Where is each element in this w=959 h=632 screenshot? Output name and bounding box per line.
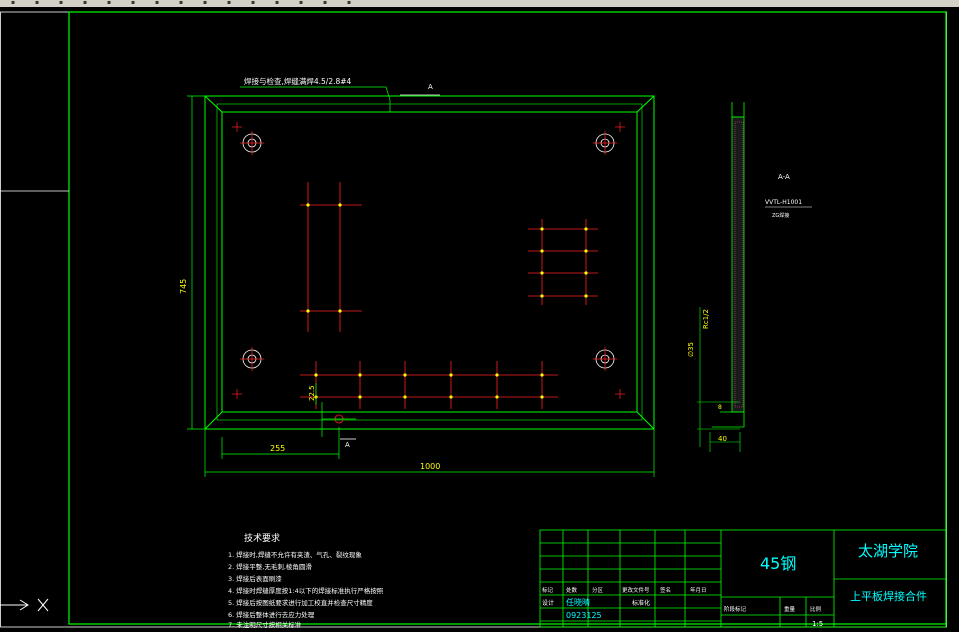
dimension-icon[interactable]: ▪ (248, 0, 258, 6)
dim-width-full: 1000 (420, 462, 440, 471)
match-icon[interactable]: ▪ (224, 0, 234, 6)
leader-note: 焊接与检查,焊缝满焊4.5/2.8#4 (244, 76, 352, 86)
section-sub-label: VVTL-H1001 (765, 199, 802, 206)
svg-text:4. 焊接时焊缝厚度按1:4以下的焊接标准执行严格按照: 4. 焊接时焊缝厚度按1:4以下的焊接标准执行严格按照 (228, 586, 384, 595)
dim-dia: ∅35 (687, 342, 695, 357)
svg-text:签名: 签名 (660, 586, 671, 594)
dim-left-offset: 255 (270, 444, 285, 453)
svg-text:阶段标记: 阶段标记 (724, 605, 747, 613)
svg-text:5. 焊接后按图纸要求进行加工校直并检查尺寸精度: 5. 焊接后按图纸要求进行加工校直并检查尺寸精度 (228, 598, 373, 607)
stage-labels: 阶段标记 重量 比例 (724, 605, 822, 613)
grid-icon[interactable]: ▪ (272, 0, 282, 6)
text-icon[interactable]: ▪ (344, 0, 354, 6)
zoom-icon[interactable]: ▪ (128, 0, 138, 6)
material: 45钢 (760, 554, 796, 573)
svg-text:A: A (345, 441, 350, 449)
section-arrow-bottom: A (340, 438, 356, 449)
plate-view (204, 95, 655, 430)
svg-text:标准化: 标准化 (632, 599, 650, 607)
title-row-labels-1: 标记 处数 分区 更改文件号 签名 年月日 (542, 586, 707, 594)
snap-icon[interactable]: ▪ (296, 0, 306, 6)
center-marks (232, 122, 625, 399)
svg-text:6. 焊接后整体进行去应力处理: 6. 焊接后整体进行去应力处理 (228, 610, 315, 619)
svg-text:分区: 分区 (592, 586, 604, 594)
ortho-icon[interactable]: ▪ (320, 0, 330, 6)
layer-icon[interactable]: ▪ (176, 0, 186, 6)
school-name: 太湖学院 (858, 542, 918, 560)
scale: 1:5 (812, 620, 823, 628)
part-name: 上平板焊接合件 (850, 589, 927, 603)
tech-items: 1. 焊接时,焊缝不允许有夹渣、气孔、裂纹现象 2. 焊接平整,无毛刺,棱角圆滑… (228, 550, 384, 629)
section-title: A-A (778, 173, 790, 181)
svg-text:A: A (428, 83, 433, 91)
dim-small: 8 (718, 404, 722, 411)
svg-text:处数: 处数 (566, 586, 578, 594)
hole-grid-right (528, 219, 598, 305)
dim-thickness: 40 (718, 435, 727, 443)
open-icon[interactable]: ▪ (8, 0, 18, 6)
dimensions (187, 86, 655, 477)
student-id: 0923125 (566, 611, 602, 620)
drawing-canvas[interactable]: 745 1000 255 22.5 焊接与检查,焊缝满焊4.5/2.8#4 A … (0, 7, 959, 629)
tech-heading: 技术要求 (244, 532, 280, 544)
svg-text:3. 焊接后表面刷漆: 3. 焊接后表面刷漆 (228, 574, 282, 583)
pan-icon[interactable]: ▪ (152, 0, 162, 6)
save-icon[interactable]: ▪ (32, 0, 42, 6)
svg-text:年月日: 年月日 (690, 586, 707, 594)
hole-points (306, 203, 588, 399)
redo-icon[interactable]: ▪ (104, 0, 114, 6)
dim-height: 745 (179, 279, 188, 294)
section-view (697, 102, 812, 452)
section-note: ZG焊接 (772, 212, 789, 219)
dim-rc: Rc1/2 (702, 309, 710, 329)
undo-icon[interactable]: ▪ (80, 0, 90, 6)
svg-text:设计: 设计 (542, 599, 554, 607)
svg-text:重量: 重量 (784, 605, 796, 613)
svg-text:任晓晴: 任晓晴 (566, 597, 590, 607)
properties-icon[interactable]: ▪ (200, 0, 210, 6)
svg-text:1. 焊接时,焊缝不允许有夹渣、气孔、裂纹现象: 1. 焊接时,焊缝不允许有夹渣、气孔、裂纹现象 (228, 550, 362, 559)
svg-text:7. 未注明尺寸按相关标准: 7. 未注明尺寸按相关标准 (228, 620, 302, 628)
title-row-labels-2: 设计 任晓晴 标准化 (542, 597, 650, 607)
hole-grid-bottom (300, 361, 558, 409)
print-icon[interactable]: ▪ (56, 0, 66, 6)
svg-text:比例: 比例 (810, 605, 822, 613)
section-arrow-top: A (400, 83, 440, 96)
svg-text:2. 焊接平整,无毛刺,棱角圆滑: 2. 焊接平整,无毛刺,棱角圆滑 (228, 562, 312, 571)
svg-text:标记: 标记 (542, 586, 554, 594)
ucs-icon (0, 598, 49, 612)
dim-small-vertical: 22.5 (308, 385, 316, 401)
svg-text:更改文件号: 更改文件号 (622, 586, 650, 594)
